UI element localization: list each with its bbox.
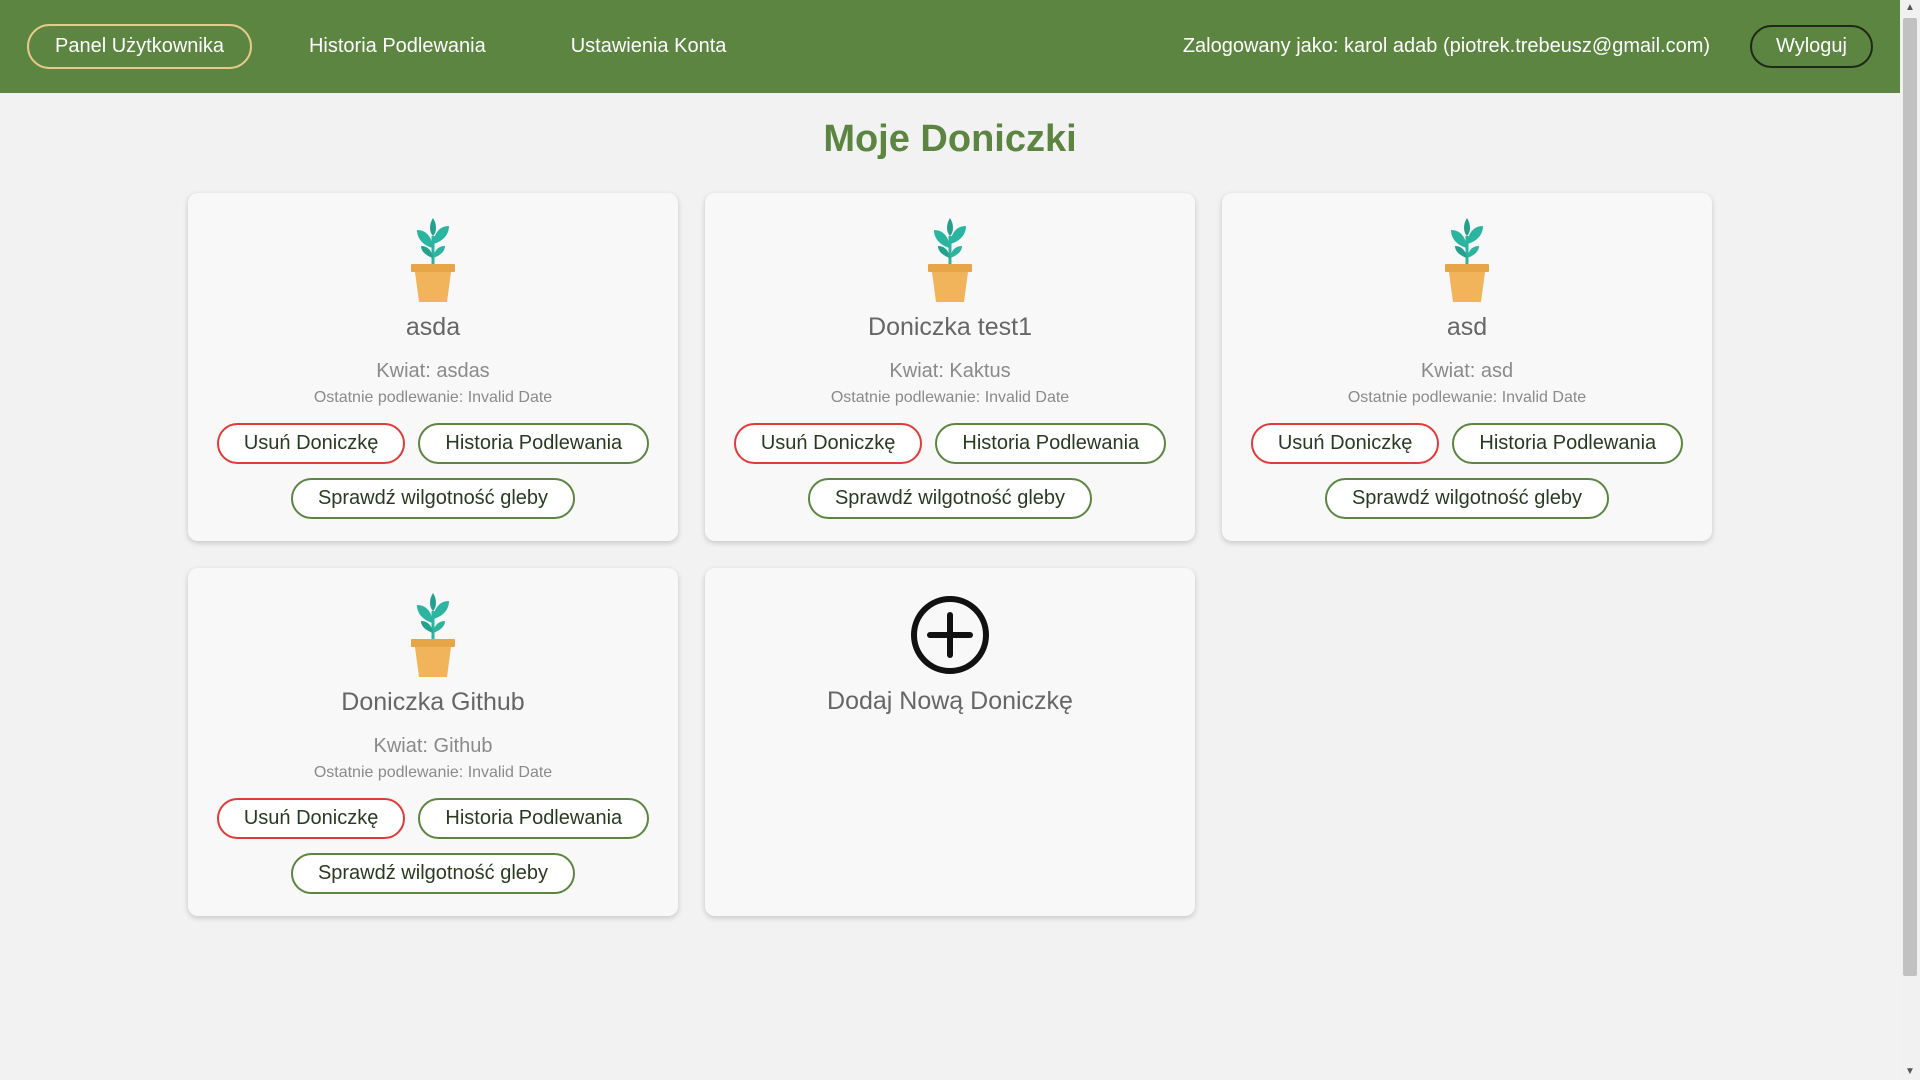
check-soil-moisture-button[interactable]: Sprawdź wilgotność gleby (290, 853, 576, 894)
delete-pot-button[interactable]: Usuń Doniczkę (1250, 423, 1440, 464)
pot-flower: Kwiat: Kaktus (889, 360, 1011, 382)
pot-actions: Usuń Doniczkę Historia Podlewania (1250, 423, 1684, 464)
potted-plant-icon (411, 593, 455, 677)
scrollbar-thumb[interactable] (1903, 18, 1917, 976)
scroll-up-arrow-icon[interactable]: ▲ (1900, 0, 1920, 16)
watering-history-button[interactable]: Historia Podlewania (418, 798, 650, 839)
pot-name: asda (405, 313, 461, 341)
add-pot-label[interactable]: Dodaj Nową Doniczkę (827, 687, 1073, 716)
check-soil-moisture-button[interactable]: Sprawdź wilgotność gleby (1324, 478, 1610, 519)
pots-grid: asda Kwiat: asdas Ostatnie podlewanie: I… (188, 193, 1712, 916)
pot-actions: Usuń Doniczkę Historia Podlewania (733, 423, 1167, 464)
delete-pot-button[interactable]: Usuń Doniczkę (216, 798, 406, 839)
add-pot-card[interactable]: Dodaj Nową Doniczkę (705, 568, 1195, 916)
pot-last-watering: Ostatnie podlewanie: Invalid Date (313, 389, 553, 406)
check-soil-moisture-button[interactable]: Sprawdź wilgotność gleby (807, 478, 1093, 519)
watering-history-button[interactable]: Historia Podlewania (418, 423, 650, 464)
pot-actions: Usuń Doniczkę Historia Podlewania (216, 423, 650, 464)
nav-account-settings[interactable]: Ustawienia Konta (543, 24, 755, 69)
scroll-down-arrow-icon[interactable]: ▼ (1900, 1064, 1920, 1080)
pot-last-watering: Ostatnie podlewanie: Invalid Date (313, 764, 553, 781)
page-title: Moje Doniczki (823, 118, 1077, 160)
pot-flower: Kwiat: Github (373, 735, 493, 757)
pot-card: Doniczka Github Kwiat: Github Ostatnie p… (188, 568, 678, 916)
pot-actions: Usuń Doniczkę Historia Podlewania (216, 798, 650, 839)
pot-flower: Kwiat: asd (1420, 360, 1514, 382)
pot-last-watering: Ostatnie podlewanie: Invalid Date (830, 389, 1070, 406)
watering-history-button[interactable]: Historia Podlewania (1452, 423, 1684, 464)
top-navigation-bar: Panel Użytkownika Historia Podlewania Us… (0, 0, 1900, 93)
potted-plant-icon (411, 218, 455, 302)
pot-last-watering: Ostatnie podlewanie: Invalid Date (1347, 389, 1587, 406)
logout-button[interactable]: Wyloguj (1750, 25, 1873, 68)
pot-card: asd Kwiat: asd Ostatnie podlewanie: Inva… (1222, 193, 1712, 541)
pot-name: Doniczka Github (341, 688, 525, 716)
delete-pot-button[interactable]: Usuń Doniczkę (733, 423, 923, 464)
pot-name: Doniczka test1 (868, 313, 1032, 341)
pot-flower: Kwiat: asdas (376, 360, 490, 382)
logged-in-user-info: Zalogowany jako: karol adab (piotrek.tre… (1182, 35, 1711, 57)
potted-plant-icon (928, 218, 972, 302)
watering-history-button[interactable]: Historia Podlewania (935, 423, 1167, 464)
pot-name: asd (1446, 313, 1488, 341)
plus-circle-icon[interactable] (910, 595, 990, 675)
delete-pot-button[interactable]: Usuń Doniczkę (216, 423, 406, 464)
vertical-scrollbar[interactable]: ▲ ▼ (1900, 0, 1920, 1080)
nav-user-panel[interactable]: Panel Użytkownika (27, 24, 252, 69)
nav-watering-history[interactable]: Historia Podlewania (281, 24, 514, 69)
pot-card: Doniczka test1 Kwiat: Kaktus Ostatnie po… (705, 193, 1195, 541)
potted-plant-icon (1445, 218, 1489, 302)
pot-card: asda Kwiat: asdas Ostatnie podlewanie: I… (188, 193, 678, 541)
check-soil-moisture-button[interactable]: Sprawdź wilgotność gleby (290, 478, 576, 519)
